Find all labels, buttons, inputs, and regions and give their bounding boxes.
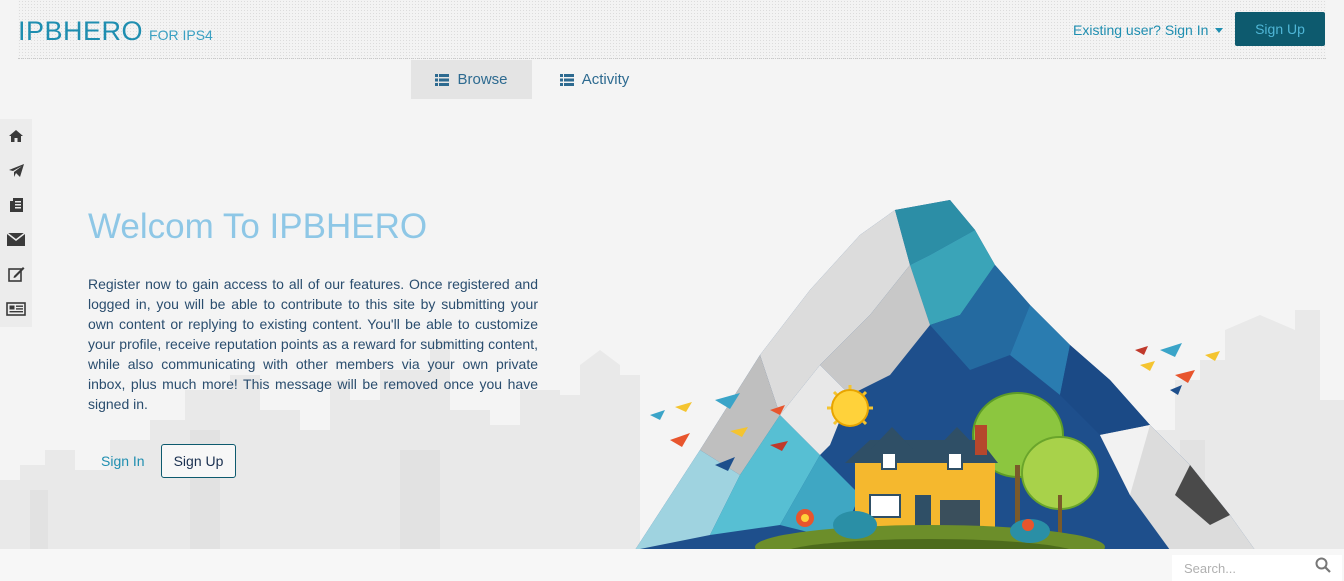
hero-title: Welcom To IPBHERO	[88, 207, 428, 246]
main-nav-tabs: Browse Activity	[411, 60, 657, 99]
sidebar-item-documents[interactable]	[0, 188, 32, 223]
hero-description: Register now to gain access to all of ou…	[88, 276, 538, 412]
list-icon	[559, 73, 574, 86]
envelope-icon	[7, 233, 25, 247]
site-header: IPBHERO FOR IPS4 Existing user? Sign In …	[18, 0, 1326, 59]
paper-plane-icon	[8, 164, 24, 178]
logo-subtitle: FOR IPS4	[149, 27, 213, 43]
document-icon	[9, 198, 23, 213]
header-signup-button[interactable]: Sign Up	[1235, 12, 1325, 46]
home-icon	[9, 130, 23, 143]
sidebar-item-home[interactable]	[0, 119, 32, 154]
sidebar-item-messages[interactable]	[0, 223, 32, 258]
hero-signup-button[interactable]: Sign Up	[161, 444, 236, 478]
hero-signin-link[interactable]: Sign In	[101, 453, 145, 469]
signin-link-label: Existing user? Sign In	[1073, 22, 1209, 38]
search-input[interactable]	[1184, 560, 1304, 576]
page-footer-bar	[0, 549, 1344, 581]
tab-browse[interactable]: Browse	[411, 60, 532, 99]
existing-user-signin-link[interactable]: Existing user? Sign In	[1073, 22, 1224, 38]
site-logo[interactable]: IPBHERO FOR IPS4	[18, 16, 213, 47]
mountain-house-illustration	[635, 200, 1255, 571]
tab-browse-label: Browse	[457, 71, 508, 88]
sidebar-item-send[interactable]	[0, 154, 32, 189]
logo-title: IPBHERO	[18, 16, 144, 46]
caret-down-icon	[1215, 27, 1224, 33]
tab-activity[interactable]: Activity	[532, 60, 657, 99]
tab-activity-label: Activity	[581, 71, 630, 88]
list-icon	[435, 73, 450, 86]
search-icon[interactable]	[1315, 557, 1331, 573]
